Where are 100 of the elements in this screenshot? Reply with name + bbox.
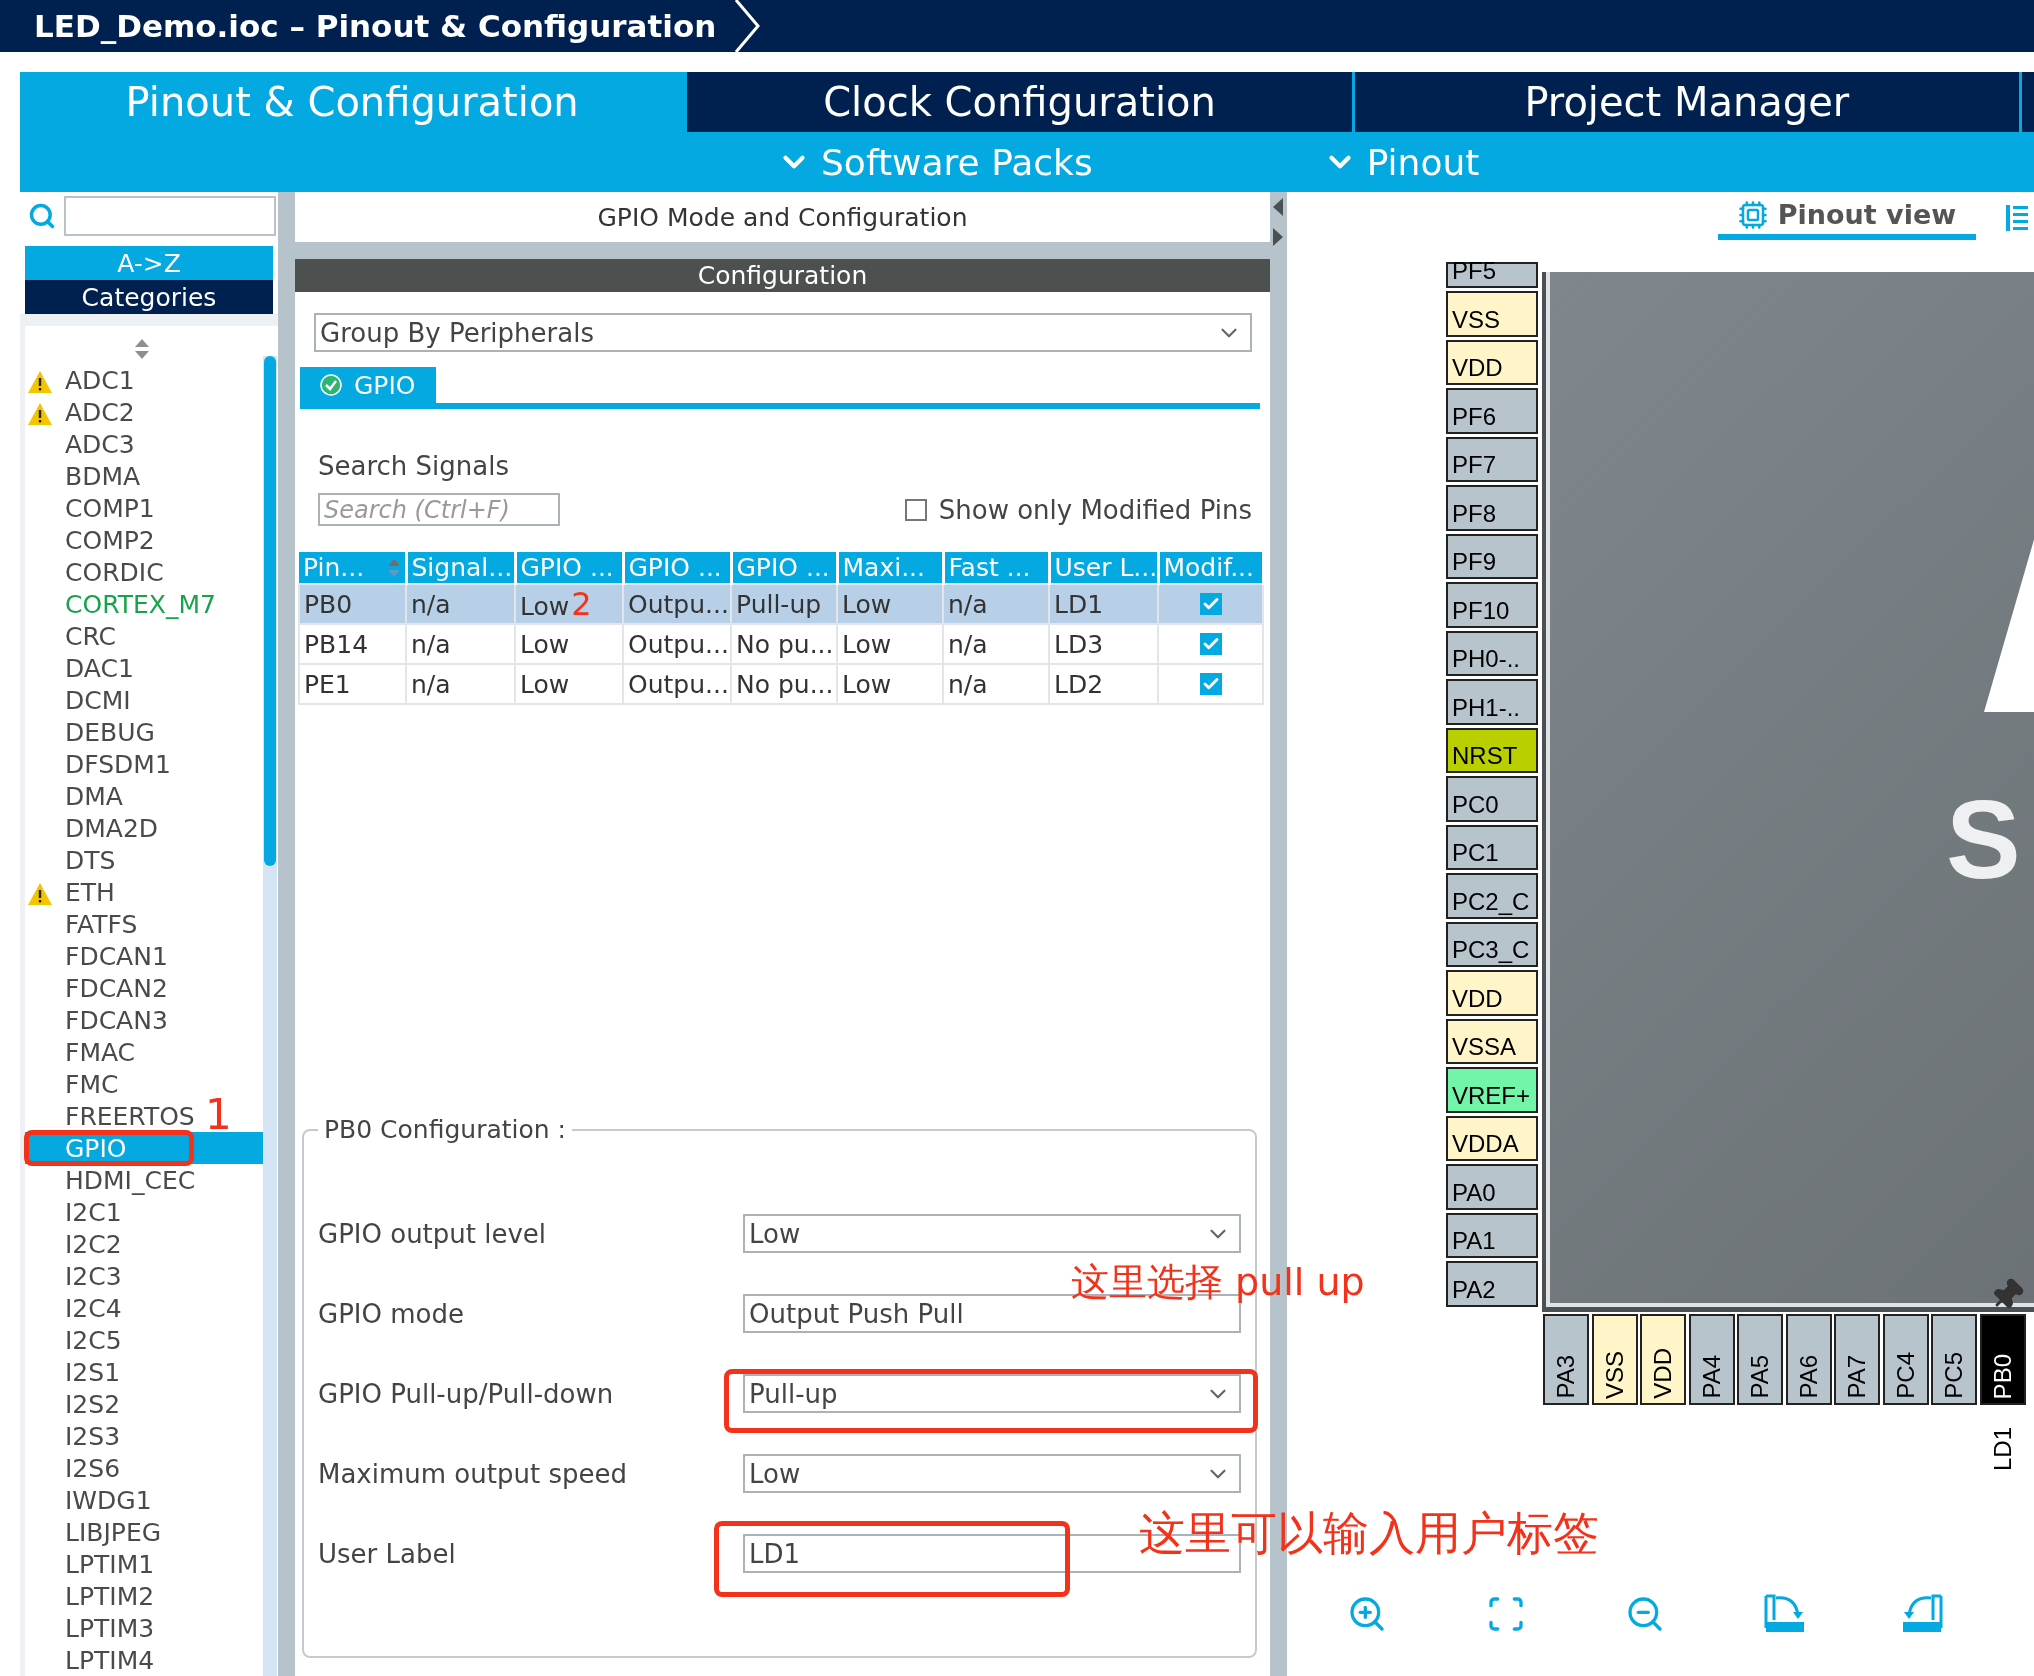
pin[interactable]: PA0 <box>1446 1164 1538 1210</box>
pin[interactable]: VREF+ <box>1446 1067 1538 1113</box>
peripheral-item[interactable]: COMP1 <box>25 494 155 522</box>
peripheral-item[interactable]: DMA2D <box>25 814 159 842</box>
pin[interactable]: PC2_C <box>1446 873 1538 919</box>
peripheral-item[interactable]: DEBUG <box>25 718 155 746</box>
table-row[interactable]: PB0 n/a Low2 Outpu... Pull-up Low n/a LD1 <box>299 584 1263 624</box>
pin[interactable]: PB0 <box>1979 1314 2026 1405</box>
table-row[interactable]: PB14 n/a Low Outpu... No pu... Low n/a LD3 <box>299 624 1263 664</box>
main-tab[interactable]: Clock Configuration <box>687 72 1352 132</box>
search-icon <box>28 202 56 230</box>
scrollbar-thumb[interactable] <box>264 356 276 866</box>
modified-checkbox[interactable] <box>1199 592 1222 615</box>
pin[interactable]: PC5 <box>1931 1314 1977 1405</box>
pin[interactable]: PC4 <box>1882 1314 1929 1405</box>
pin[interactable]: PC3_C <box>1446 921 1538 967</box>
peripheral-item[interactable]: COMP2 <box>25 526 155 554</box>
peripheral-item[interactable]: I2C1 <box>25 1198 122 1226</box>
peripheral-item[interactable]: LPTIM4 <box>25 1646 155 1674</box>
pin[interactable]: VSS <box>1446 291 1538 337</box>
peripheral-item[interactable]: I2S6 <box>25 1454 121 1482</box>
peripheral-item[interactable]: ADC2 <box>25 398 135 426</box>
peripheral-item[interactable]: DTS <box>25 846 116 874</box>
pin[interactable]: PF7 <box>1446 436 1538 482</box>
pin[interactable]: PH0-.. <box>1446 630 1538 676</box>
peripheral-item[interactable]: FREERTOS <box>25 1102 195 1130</box>
peripheral-item[interactable]: I2C5 <box>25 1326 122 1354</box>
peripheral-item[interactable]: CRC <box>25 622 117 650</box>
peripheral-item[interactable]: ADC1 <box>25 366 135 394</box>
pin-label: LD1 <box>1990 1427 2015 1472</box>
pin[interactable]: PA3 <box>1543 1314 1589 1405</box>
peripheral-item[interactable]: I2S1 <box>25 1358 121 1386</box>
pin[interactable]: PA6 <box>1785 1314 1832 1405</box>
pin[interactable]: PH1-.. <box>1446 679 1538 725</box>
table-cell: Outpu... <box>623 664 731 704</box>
field-label: GPIO mode <box>318 1298 465 1329</box>
peripheral-item[interactable]: FATFS <box>25 910 138 938</box>
table-row[interactable]: PE1 n/a Low Outpu... No pu... Low n/a LD2 <box>299 664 1263 704</box>
peripheral-item[interactable]: DCMI <box>25 686 131 714</box>
pin[interactable]: PF9 <box>1446 533 1538 579</box>
peripheral-item[interactable]: LIBJPEG <box>25 1518 162 1546</box>
pin[interactable]: VDDA <box>1446 1115 1538 1161</box>
peripheral-item[interactable]: I2S2 <box>25 1390 121 1418</box>
scroll-arrows-icon[interactable] <box>133 338 150 360</box>
peripheral-item[interactable]: FMAC <box>25 1038 136 1066</box>
signal-search-field[interactable]: Search (Ctrl+F) <box>318 493 560 526</box>
pin[interactable]: VSS <box>1591 1314 1638 1405</box>
dropdown-field[interactable]: Low <box>743 1454 1241 1493</box>
pin[interactable]: PA5 <box>1737 1314 1783 1405</box>
peripheral-item[interactable]: LPTIM3 <box>25 1614 155 1642</box>
peripheral-item[interactable]: ETH <box>25 878 115 906</box>
pin[interactable]: PC0 <box>1446 776 1538 822</box>
window-title: LED_Demo.ioc – Pinout & Configuration <box>34 8 717 44</box>
peripheral-item[interactable]: CORDIC <box>25 558 164 586</box>
pin[interactable]: VSSA <box>1446 1018 1538 1064</box>
peripheral-item[interactable]: IWDG1 <box>25 1486 152 1514</box>
pin[interactable]: PA7 <box>1834 1314 1880 1405</box>
peripheral-item[interactable]: I2S3 <box>25 1422 121 1450</box>
peripheral-item[interactable]: LPTIM2 <box>25 1582 155 1610</box>
pin[interactable]: PA4 <box>1688 1314 1735 1405</box>
pin[interactable]: PA2 <box>1446 1261 1538 1307</box>
peripheral-item[interactable]: ADC3 <box>25 430 135 458</box>
pin[interactable]: PF8 <box>1446 485 1538 531</box>
pin[interactable]: PF5 <box>1446 262 1538 288</box>
peripheral-item[interactable]: I2C4 <box>25 1294 122 1322</box>
main-tab[interactable]: Project Manager <box>1354 72 2020 132</box>
peripheral-item[interactable]: HDMI_CEC <box>25 1166 196 1194</box>
peripheral-item[interactable]: DAC1 <box>25 654 134 682</box>
pin[interactable]: VDD <box>1446 970 1538 1016</box>
pin[interactable]: PC1 <box>1446 824 1538 870</box>
search-field[interactable] <box>64 196 276 236</box>
dropdown-field[interactable]: Pull-up <box>743 1374 1241 1413</box>
peripheral-item[interactable]: FDCAN1 <box>25 942 168 970</box>
peripheral-item[interactable]: FDCAN2 <box>25 974 168 1002</box>
peripheral-item[interactable]: I2C3 <box>25 1262 122 1290</box>
pin[interactable]: NRST <box>1446 727 1538 773</box>
field-label: GPIO output level <box>318 1218 548 1249</box>
peripheral-item[interactable]: LPTIM1 <box>25 1550 155 1578</box>
pin[interactable]: PF10 <box>1446 582 1538 628</box>
list-view-icon[interactable] <box>2006 203 2028 233</box>
chip-icon <box>1737 199 1768 230</box>
pin[interactable]: VDD <box>1446 339 1538 385</box>
pin[interactable]: VDD <box>1640 1314 1686 1405</box>
dropdown-field[interactable]: Low <box>743 1214 1241 1253</box>
checkbox-label: Show only Modified Pins <box>938 494 1252 525</box>
modified-checkbox[interactable] <box>1199 672 1222 695</box>
peripheral-item[interactable]: DFSDM1 <box>25 750 171 778</box>
peripheral-item[interactable]: BDMA <box>25 462 141 490</box>
pin[interactable]: PF6 <box>1446 388 1538 434</box>
peripheral-item[interactable]: FMC <box>25 1070 119 1098</box>
peripheral-item[interactable]: I2C2 <box>25 1230 122 1258</box>
pinout-view-tab[interactable]: Pinout view <box>1718 195 1976 240</box>
modified-checkbox[interactable] <box>1199 632 1222 655</box>
annotation-text: 2 <box>571 584 592 623</box>
checkbox[interactable] <box>904 498 927 521</box>
group-by-dropdown[interactable]: Group By Peripherals <box>314 313 1252 352</box>
sort-mode-button[interactable]: Categories <box>25 280 273 314</box>
peripheral-item[interactable]: DMA <box>25 782 123 810</box>
peripheral-item[interactable]: FDCAN3 <box>25 1006 168 1034</box>
pin[interactable]: PA1 <box>1446 1212 1538 1258</box>
